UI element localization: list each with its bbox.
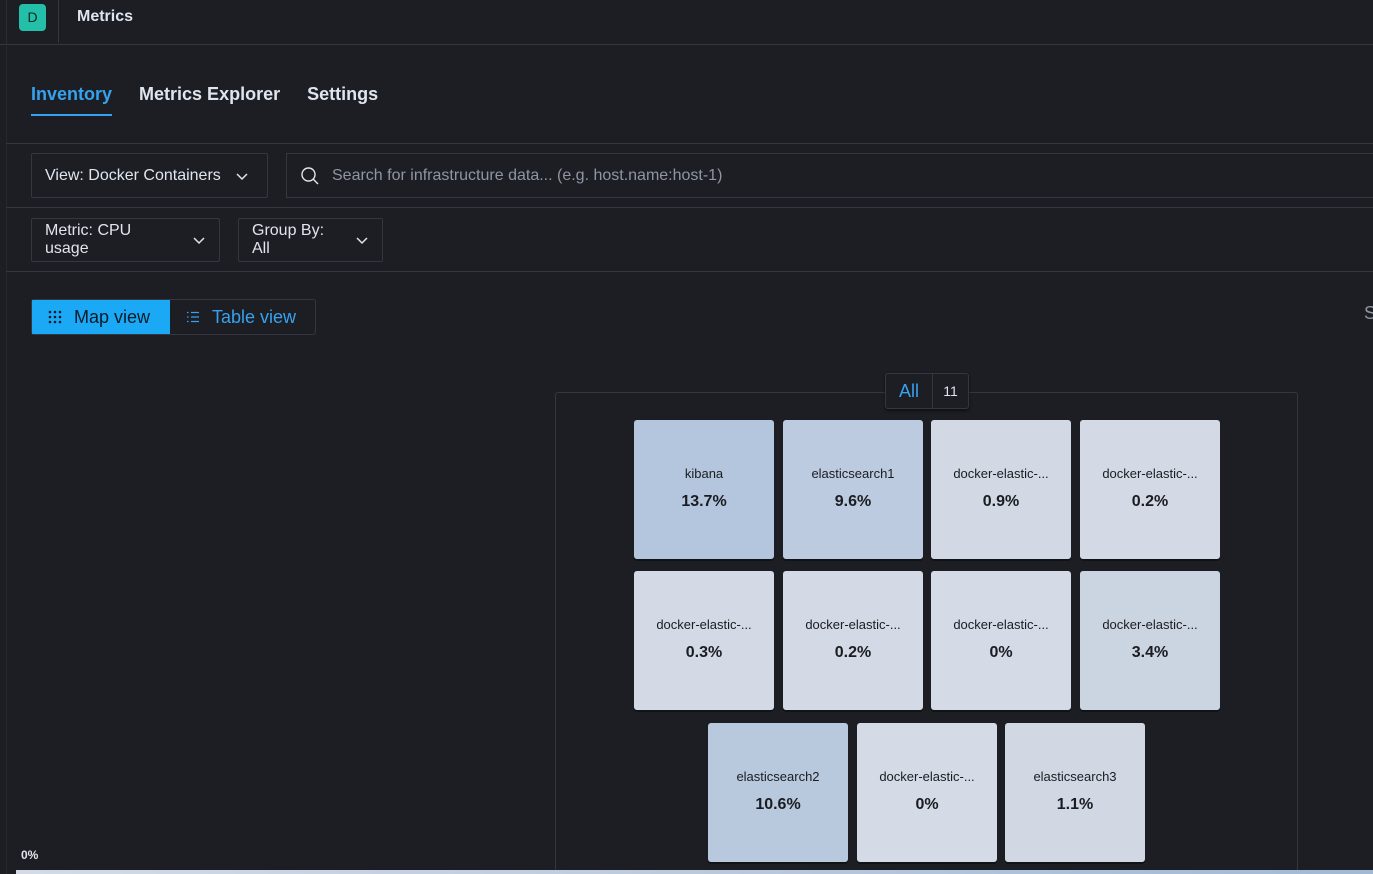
page-tabs: Inventory Metrics Explorer Settings: [31, 82, 378, 118]
app-title: Metrics: [77, 8, 134, 25]
node-name: elasticsearch3: [1033, 769, 1117, 784]
group-by-dropdown[interactable]: Group By: All: [238, 218, 383, 262]
node-name: elasticsearch2: [736, 769, 820, 784]
tabs-divider: [6, 143, 1373, 144]
map-view-button[interactable]: Map view: [32, 300, 170, 334]
map-group-header: All 11: [885, 373, 969, 409]
map-node[interactable]: kibana 13.7%: [634, 420, 774, 559]
map-view-label: Map view: [74, 306, 151, 327]
node-name: docker-elastic-...: [953, 617, 1049, 632]
tab-inventory[interactable]: Inventory: [31, 82, 113, 116]
node-value: 0%: [915, 796, 939, 813]
node-name: docker-elastic-...: [953, 466, 1049, 481]
group-name-button[interactable]: All: [886, 374, 932, 408]
page-edge-line: [6, 45, 7, 874]
node-value: 1.1%: [1056, 796, 1094, 813]
metric-selector-dropdown[interactable]: Metric: CPU usage: [31, 218, 220, 262]
node-value: 10.6%: [755, 796, 801, 813]
map-node[interactable]: docker-elastic-... 0.9%: [931, 420, 1071, 559]
truncated-control-text[interactable]: S: [1364, 303, 1373, 324]
node-value: 0.9%: [982, 493, 1020, 510]
table-view-label: Table view: [212, 306, 297, 327]
tab-settings[interactable]: Settings: [307, 82, 378, 116]
chevron-down-icon: [192, 233, 206, 247]
toolbar-divider: [6, 207, 1373, 208]
map-node[interactable]: docker-elastic-... 0%: [931, 571, 1071, 710]
search-input[interactable]: [332, 166, 1232, 185]
node-value: 13.7%: [681, 493, 727, 510]
map-node[interactable]: elasticsearch2 10.6%: [708, 723, 848, 862]
map-node[interactable]: docker-elastic-... 0.2%: [783, 571, 923, 710]
node-value: 0.2%: [1131, 493, 1169, 510]
node-name: docker-elastic-...: [805, 617, 901, 632]
node-value: 3.4%: [1131, 644, 1169, 661]
map-node[interactable]: docker-elastic-... 0.3%: [634, 571, 774, 710]
header-edge-line: [6, 0, 7, 45]
node-name: docker-elastic-...: [1102, 617, 1198, 632]
search-icon: [300, 166, 320, 186]
legend-gradient-bar: [16, 870, 1373, 874]
node-name: docker-elastic-...: [1102, 466, 1198, 481]
node-name: docker-elastic-...: [656, 617, 752, 632]
view-selector-label: View: Docker Containers: [45, 166, 221, 184]
node-name: elasticsearch1: [811, 466, 895, 481]
legend-min-label: 0%: [21, 848, 39, 862]
node-value: 0.3%: [685, 644, 723, 661]
header-divider: [58, 0, 59, 43]
table-view-button[interactable]: Table view: [170, 300, 315, 334]
node-name: kibana: [684, 466, 724, 481]
node-value: 0.2%: [834, 644, 872, 661]
grid-dots-icon: [48, 310, 62, 324]
node-value: 9.6%: [834, 493, 872, 510]
list-icon: [186, 310, 200, 324]
space-avatar[interactable]: D: [19, 4, 46, 31]
metric-selector-label: Metric: CPU usage: [45, 222, 132, 257]
search-bar: [286, 153, 1373, 198]
tab-metrics-explorer[interactable]: Metrics Explorer: [139, 82, 280, 116]
node-value: 0%: [989, 644, 1013, 661]
map-node[interactable]: elasticsearch1 9.6%: [783, 420, 923, 559]
group-by-label: Group By: All: [252, 222, 325, 257]
view-toggle: Map view Table view: [31, 299, 316, 335]
map-node[interactable]: docker-elastic-... 3.4%: [1080, 571, 1220, 710]
node-name: docker-elastic-...: [879, 769, 975, 784]
chevron-down-icon: [355, 233, 369, 247]
chevron-down-icon: [235, 169, 249, 183]
top-header: D Metrics: [0, 0, 1373, 45]
group-count-badge: 11: [932, 374, 968, 408]
map-node[interactable]: docker-elastic-... 0.2%: [1080, 420, 1220, 559]
map-node[interactable]: docker-elastic-... 0%: [857, 723, 997, 862]
filters-divider: [6, 271, 1373, 272]
view-selector-dropdown[interactable]: View: Docker Containers: [31, 153, 268, 198]
map-node[interactable]: elasticsearch3 1.1%: [1005, 723, 1145, 862]
